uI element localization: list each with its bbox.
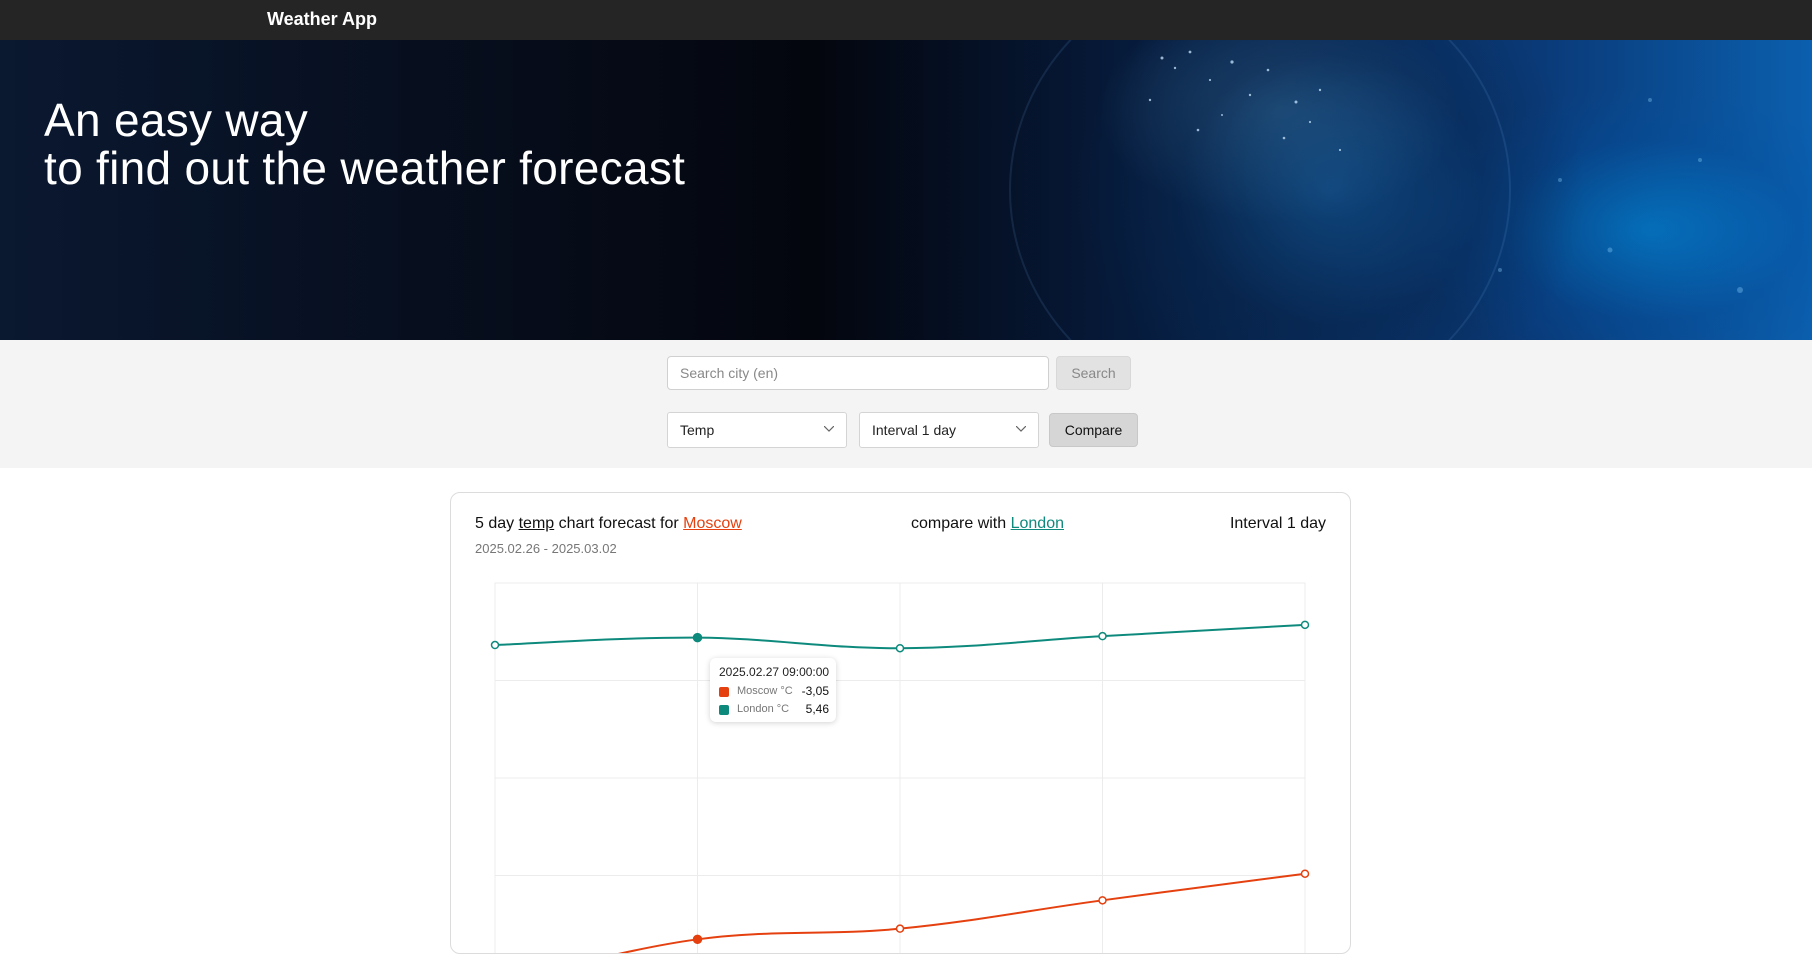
- forecast-chart-card: 5 day temp chart forecast for Moscow com…: [450, 492, 1351, 954]
- chevron-down-icon: [824, 426, 834, 432]
- tooltip-series-value: 5,46: [805, 702, 829, 716]
- tooltip-series-name: Moscow °C: [737, 685, 793, 697]
- london-data-point: [1098, 631, 1107, 641]
- metric-select[interactable]: Temp: [667, 412, 847, 448]
- tooltip-title: 2025.02.27 09:00:00: [719, 665, 830, 679]
- search-button[interactable]: Search: [1056, 356, 1131, 390]
- city-search-input[interactable]: [667, 356, 1049, 390]
- london-data-point: [895, 643, 905, 653]
- compare-button[interactable]: Compare: [1049, 413, 1138, 447]
- moscow-data-point: [1300, 869, 1310, 878]
- app-title-link[interactable]: Weather App: [267, 9, 377, 30]
- chart-tooltip: 2025.02.27 09:00:00 Moscow °C -3,05 Lond…: [710, 658, 836, 722]
- london-data-point: [490, 640, 500, 650]
- london-data-point: [692, 632, 703, 643]
- search-controls-panel: Search Temp Interval 1 day Compare: [0, 340, 1812, 468]
- interval-select-value: Interval 1 day: [872, 422, 957, 438]
- forecast-line-chart[interactable]: [451, 493, 1350, 953]
- top-navbar: Weather App: [0, 0, 1812, 40]
- hero-headline: An easy way to find out the weather fore…: [44, 96, 685, 192]
- interval-select[interactable]: Interval 1 day: [859, 412, 1039, 448]
- london-legend-swatch: [719, 705, 729, 715]
- tooltip-row-moscow: Moscow °C -3,05: [719, 684, 829, 700]
- tooltip-series-name: London °C: [737, 703, 790, 715]
- tooltip-series-value: -3,05: [801, 684, 829, 698]
- moscow-data-point: [692, 934, 703, 945]
- tooltip-row-london: London °C 5,46: [719, 702, 829, 718]
- moscow-data-point: [895, 924, 905, 933]
- metric-select-value: Temp: [680, 422, 715, 438]
- hero-headline-line-1: An easy way: [44, 94, 309, 146]
- hero-banner: An easy way to find out the weather fore…: [0, 40, 1812, 340]
- moscow-legend-swatch: [719, 687, 729, 697]
- london-data-point: [1300, 620, 1310, 630]
- chevron-down-icon: [1016, 426, 1026, 432]
- hero-headline-line-2: to find out the weather forecast: [44, 142, 686, 194]
